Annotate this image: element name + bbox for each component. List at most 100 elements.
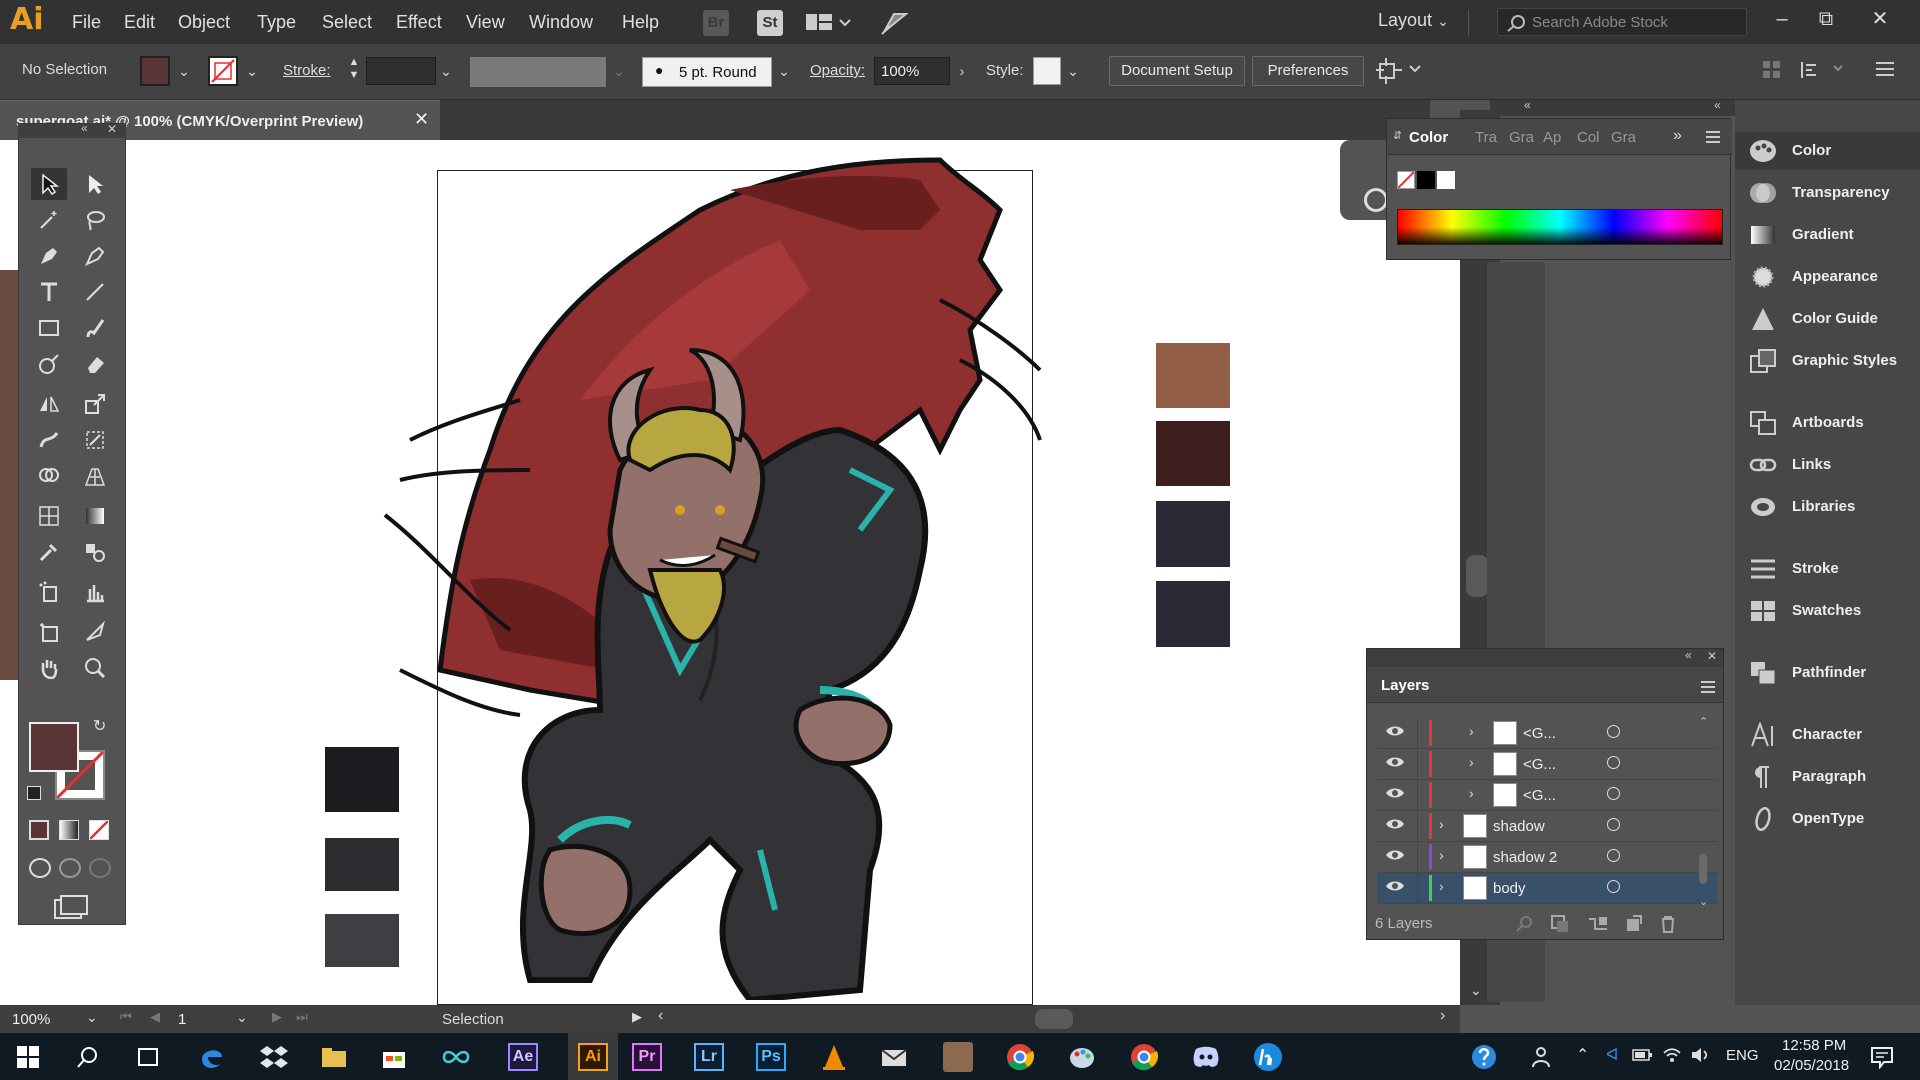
help-icon[interactable]	[1466, 1039, 1502, 1075]
draw-inside-icon[interactable]	[89, 858, 111, 878]
visibility-eye-icon[interactable]	[1385, 723, 1405, 739]
dock-transparency[interactable]: Transparency	[1735, 174, 1920, 212]
dock-artboards[interactable]: Artboards	[1735, 404, 1920, 442]
stroke-weight-input[interactable]	[366, 57, 436, 85]
zoom-tool-icon[interactable]	[77, 652, 113, 684]
profile-dropdown[interactable]: ⌄	[609, 57, 629, 85]
canvas-swatch-1[interactable]	[1156, 343, 1230, 408]
layer-row[interactable]: › body	[1377, 873, 1717, 904]
dock-links[interactable]: Links	[1735, 446, 1920, 484]
white-swatch[interactable]	[1437, 171, 1455, 189]
toolbar-header[interactable]: « ✕	[19, 121, 125, 138]
canvas-swatch-4[interactable]	[1156, 581, 1230, 647]
visibility-eye-icon[interactable]	[1385, 816, 1405, 832]
expand-layer-icon[interactable]: ›	[1469, 785, 1474, 801]
create-new-layer-icon[interactable]	[1625, 915, 1643, 933]
workspace-switcher[interactable]: Layout ⌄	[1378, 10, 1449, 31]
dock-gradient[interactable]: Gradient	[1735, 216, 1920, 254]
close-layers-icon[interactable]: ✕	[1707, 649, 1717, 663]
rectangle-tool-icon[interactable]	[31, 312, 67, 344]
chrome-icon[interactable]	[1002, 1039, 1038, 1075]
menu-object[interactable]: Object	[178, 12, 230, 33]
collapsed-panel-icon[interactable]	[1364, 188, 1388, 212]
discord-icon[interactable]	[1188, 1039, 1224, 1075]
tab-appearance[interactable]: Ap	[1543, 129, 1561, 146]
layer-row[interactable]: › shadow 2	[1377, 842, 1717, 873]
menu-help[interactable]: Help	[622, 12, 659, 33]
more-tabs-icon[interactable]: »	[1673, 127, 1682, 145]
close-document-icon[interactable]: ✕	[414, 109, 429, 130]
menu-window[interactable]: Window	[529, 12, 593, 33]
dock-stroke[interactable]: Stroke	[1735, 550, 1920, 588]
after-effects-app[interactable]: Ae	[508, 1043, 538, 1071]
variable-width-profile[interactable]	[470, 57, 606, 87]
arrange-documents-icon[interactable]	[806, 12, 852, 34]
dock-graphic-styles[interactable]: Graphic Styles	[1735, 342, 1920, 380]
vlc-icon[interactable]	[816, 1039, 852, 1075]
layers-panel-header[interactable]: « ✕	[1367, 648, 1723, 667]
panel-options-toggle[interactable]: ⇵	[1393, 129, 1402, 142]
canvas-swatch-3[interactable]	[1156, 501, 1230, 567]
opacity-input[interactable]: 100%	[874, 57, 950, 85]
close-window-button[interactable]: ✕	[1858, 4, 1902, 34]
preferences-button[interactable]: Preferences	[1252, 56, 1364, 86]
layer-row[interactable]: › <G...	[1377, 718, 1717, 749]
expand-layer-icon[interactable]: ›	[1439, 816, 1444, 832]
restore-button[interactable]: ⧉	[1804, 4, 1848, 34]
dock-libraries[interactable]: Libraries	[1735, 488, 1920, 526]
tab-color-guide[interactable]: Col	[1577, 129, 1600, 146]
edge-icon[interactable]	[194, 1039, 230, 1075]
arrange-icon[interactable]	[1376, 58, 1422, 84]
document-setup-button[interactable]: Document Setup	[1109, 56, 1245, 86]
windows-start-icon[interactable]	[10, 1039, 46, 1075]
paint-app-icon[interactable]	[1064, 1039, 1100, 1075]
selection-tool-icon[interactable]	[31, 168, 67, 200]
premiere-app[interactable]: Pr	[632, 1043, 662, 1071]
artboard-number-field[interactable]: 1 ⌄	[174, 1009, 254, 1031]
color-spectrum[interactable]	[1397, 209, 1723, 245]
status-menu-arrow[interactable]: ▶	[632, 1009, 642, 1025]
file-explorer-icon[interactable]	[316, 1039, 352, 1075]
action-center-icon[interactable]	[1870, 1045, 1894, 1069]
canvas-swatch-5[interactable]	[325, 747, 399, 812]
transform-icon[interactable]	[1800, 60, 1844, 80]
brush-dropdown[interactable]: ⌄	[774, 57, 794, 85]
menu-select[interactable]: Select	[322, 12, 372, 33]
stock-button[interactable]: St	[757, 10, 783, 36]
minimize-button[interactable]: –	[1760, 4, 1804, 34]
task-view-icon[interactable]	[130, 1039, 166, 1075]
store-icon[interactable]	[376, 1039, 412, 1075]
scroll-left-icon[interactable]: ‹	[658, 1007, 663, 1025]
blend-tool-icon[interactable]	[77, 536, 113, 568]
brush-definition[interactable]: ● 5 pt. Round	[642, 57, 772, 87]
dropbox-icon[interactable]	[256, 1039, 292, 1075]
stroke-label[interactable]: Stroke:	[283, 62, 331, 79]
target-circle-icon[interactable]	[1607, 787, 1620, 800]
artboard-tool-icon[interactable]	[31, 616, 67, 648]
target-circle-icon[interactable]	[1607, 880, 1620, 893]
chrome-profile-icon[interactable]	[1126, 1039, 1162, 1075]
menu-view[interactable]: View	[466, 12, 505, 33]
default-fill-stroke-icon[interactable]	[27, 786, 41, 800]
none-swatch[interactable]	[1397, 171, 1415, 189]
menu-effect[interactable]: Effect	[396, 12, 442, 33]
lasso-tool-icon[interactable]	[77, 204, 113, 236]
layer-name[interactable]: body	[1493, 880, 1526, 897]
goat-hero-illustration[interactable]	[380, 150, 1100, 1000]
style-dropdown[interactable]: ⌄	[1063, 57, 1083, 85]
target-circle-icon[interactable]	[1607, 818, 1620, 831]
stroke-weight-stepper[interactable]: ▲ ▼	[345, 56, 363, 86]
make-clipping-mask-icon[interactable]	[1551, 915, 1569, 933]
free-transform-tool-icon[interactable]	[77, 424, 113, 456]
tab-gradient[interactable]: Gra	[1509, 129, 1534, 146]
graphic-style-swatch[interactable]	[1033, 57, 1061, 85]
illustrator-app-active[interactable]: Ai	[568, 1033, 618, 1080]
tab-transparency[interactable]: Tra	[1475, 129, 1497, 146]
scroll-right-icon[interactable]: ›	[1440, 1007, 1445, 1025]
layers-scrollbar[interactable]: ⌃ ⌄	[1699, 716, 1709, 908]
fill-color-swatch[interactable]	[140, 56, 170, 86]
expand-layer-icon[interactable]: ›	[1439, 878, 1444, 894]
input-language[interactable]: ENG	[1726, 1047, 1759, 1064]
gradient-tool-icon[interactable]	[77, 500, 113, 532]
visibility-eye-icon[interactable]	[1385, 754, 1405, 770]
